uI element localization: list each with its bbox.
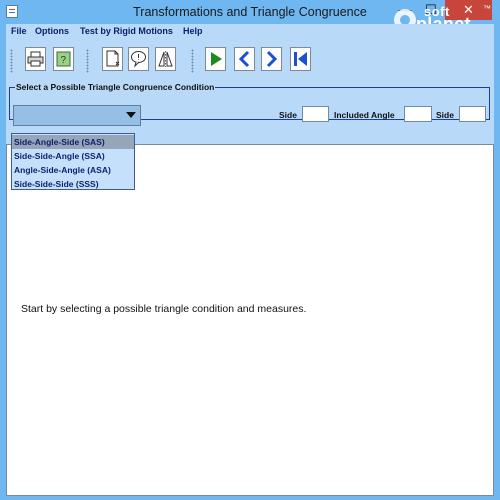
- side-1-input[interactable]: [302, 106, 329, 122]
- condition-dropdown-list: Side-Angle-Side (SAS) Side-Side-Angle (S…: [11, 133, 135, 190]
- condition-legend: Select a Possible Triangle Congruence Co…: [15, 82, 216, 92]
- included-angle-label: Included Angle: [334, 110, 395, 120]
- menu-help[interactable]: Help: [183, 26, 203, 36]
- menu-file[interactable]: File: [11, 26, 27, 36]
- help-book-icon: ?: [56, 51, 71, 67]
- triangle-reflect-icon: [158, 51, 173, 67]
- next-button[interactable]: [261, 47, 282, 71]
- previous-icon: [238, 50, 250, 68]
- side-2-input[interactable]: [459, 106, 486, 122]
- toolbar-grip[interactable]: [191, 49, 194, 73]
- watermark-trademark: ™: [483, 4, 491, 13]
- side-2-label: Side: [436, 110, 454, 120]
- dropdown-option-ssa[interactable]: Side-Side-Angle (SSA): [12, 149, 134, 163]
- menu-test-by-rigid-motions[interactable]: Test by Rigid Motions: [80, 26, 173, 36]
- new-document-icon: [106, 50, 120, 67]
- dropdown-option-sss[interactable]: Side-Side-Side (SSS): [12, 177, 134, 191]
- help-book-button[interactable]: ?: [53, 47, 74, 71]
- speech-bubble-icon: [131, 51, 146, 68]
- print-icon: [27, 51, 44, 67]
- condition-combo[interactable]: [13, 105, 141, 126]
- svg-text:?: ?: [61, 55, 67, 66]
- first-icon: [294, 52, 307, 66]
- instruction-message: Start by selecting a possible triangle c…: [21, 303, 307, 315]
- print-button[interactable]: [25, 47, 46, 71]
- play-button[interactable]: [205, 47, 226, 71]
- window-bottom-border: [0, 496, 500, 500]
- dropdown-option-asa[interactable]: Angle-Side-Angle (ASA): [12, 163, 134, 177]
- side-1-label: Side: [279, 110, 297, 120]
- comment-button[interactable]: [128, 47, 149, 71]
- app-window: Transformations and Triangle Congruence …: [0, 0, 500, 500]
- menu-options[interactable]: Options: [35, 26, 69, 36]
- reflect-button[interactable]: [155, 47, 176, 71]
- next-icon: [266, 50, 278, 68]
- toolbar-grip[interactable]: [86, 49, 89, 73]
- toolbar-grip[interactable]: [10, 49, 13, 73]
- dropdown-option-sas[interactable]: Side-Angle-Side (SAS): [12, 135, 134, 149]
- new-document-button[interactable]: [102, 47, 123, 71]
- drawing-canvas[interactable]: [6, 144, 494, 496]
- chevron-down-icon[interactable]: [126, 112, 136, 118]
- menu-bar: File Options Test by Rigid Motions Help: [6, 24, 494, 41]
- play-icon: [211, 52, 222, 66]
- first-button[interactable]: [290, 47, 311, 71]
- previous-button[interactable]: [234, 47, 255, 71]
- included-angle-input[interactable]: [404, 106, 432, 122]
- toolbar: ?: [6, 41, 494, 80]
